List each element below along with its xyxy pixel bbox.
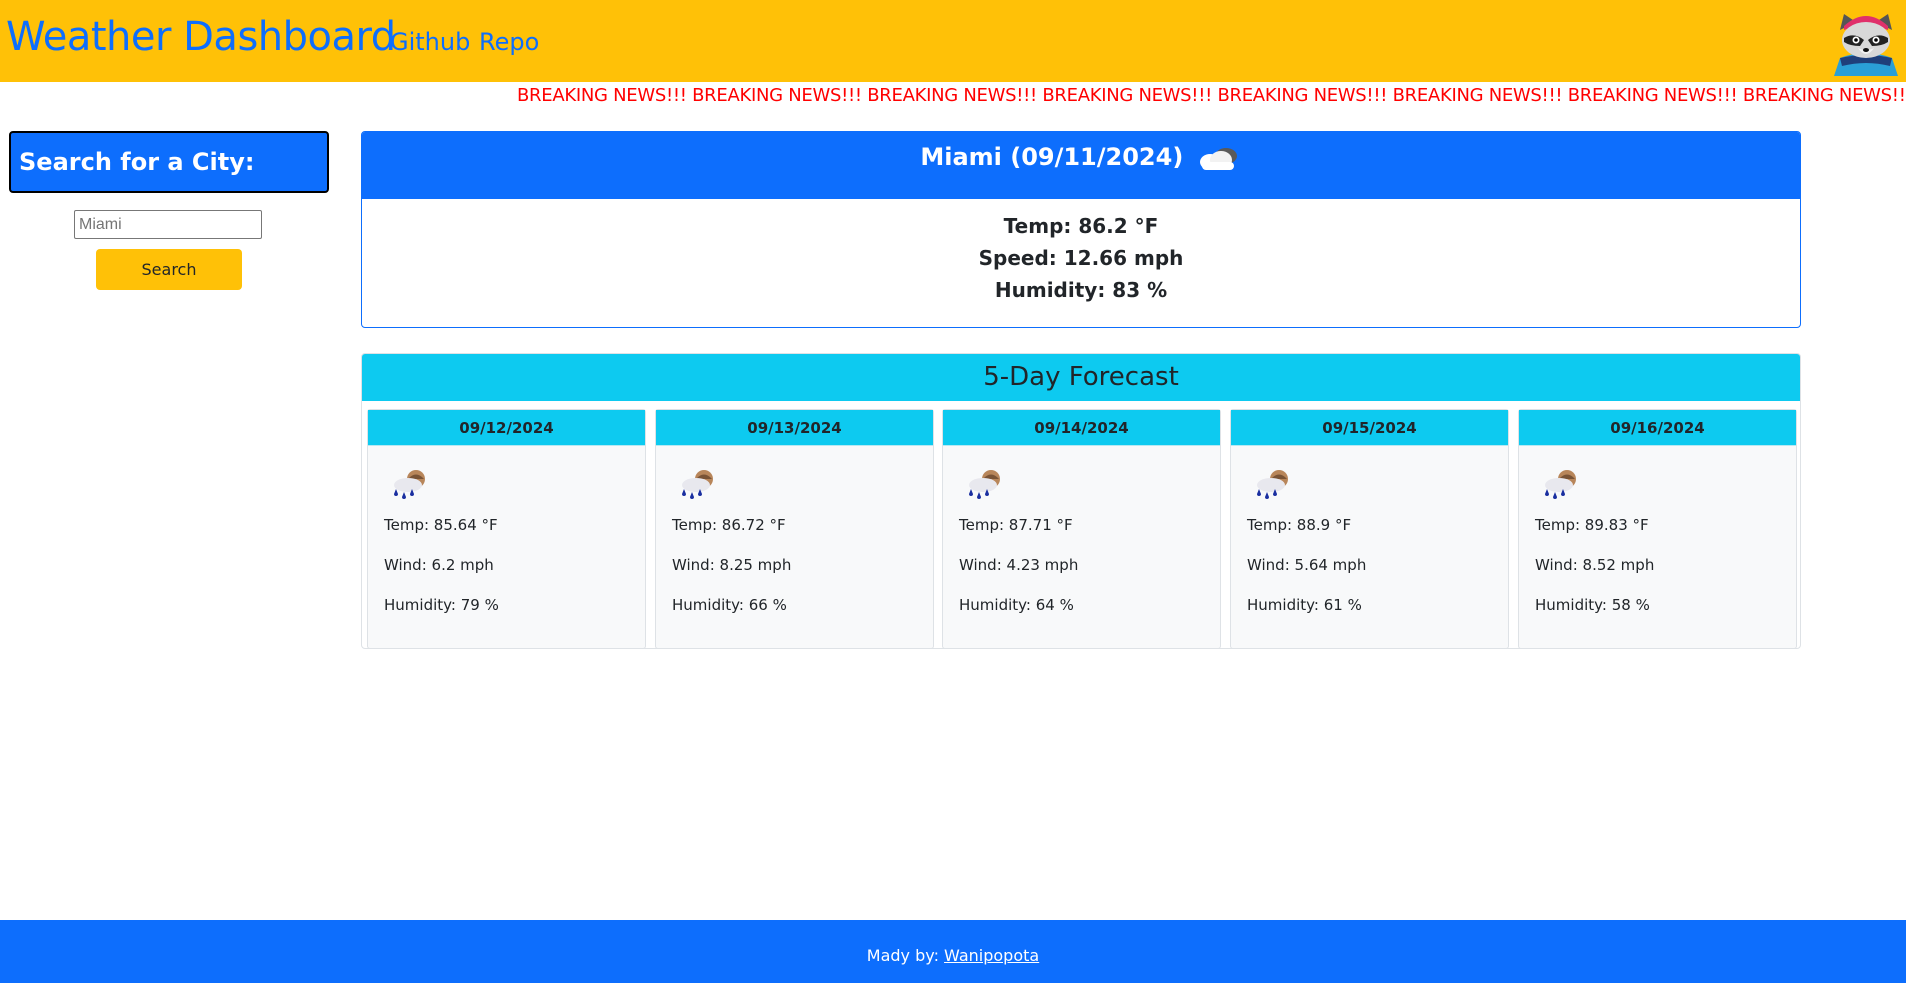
- cloud-icon: [1199, 148, 1237, 170]
- current-temp: Temp: 86.2 °F: [1003, 214, 1159, 238]
- forecast-temp: Temp: 85.64 °F: [384, 516, 498, 534]
- brand-title[interactable]: Weather Dashboard: [6, 14, 396, 60]
- forecast-wind: Wind: 4.23 mph: [959, 556, 1079, 574]
- forecast-humidity: Humidity: 61 %: [1247, 596, 1362, 614]
- current-city-date: Miami (09/11/2024): [920, 143, 1184, 171]
- rain-icon: [1257, 470, 1288, 499]
- forecast-day-header: 09/13/2024: [656, 410, 933, 446]
- forecast-temp: Temp: 86.72 °F: [672, 516, 786, 534]
- search-heading: Search for a City:: [19, 148, 255, 176]
- forecast-day-card: 09/16/2024 Temp: 89.83 °F Wind: 8.52 mph…: [1518, 409, 1797, 649]
- footer-credit-prefix: Mady by:: [866, 946, 939, 965]
- breaking-news-ticker: BREAKING NEWS!!! BREAKING NEWS!!! BREAKI…: [517, 85, 1906, 106]
- forecast-day-header: 09/12/2024: [368, 410, 645, 446]
- city-search-input[interactable]: [74, 210, 262, 239]
- raccoon-avatar: [1834, 14, 1898, 76]
- forecast-date: 09/14/2024: [1034, 419, 1129, 437]
- nav-link-repo[interactable]: Repo: [479, 28, 539, 56]
- forecast-temp: Temp: 88.9 °F: [1247, 516, 1352, 534]
- current-weather-title-row: Miami (09/11/2024): [362, 142, 1800, 174]
- forecast-wind: Wind: 5.64 mph: [1247, 556, 1367, 574]
- forecast-day-card: 09/15/2024 Temp: 88.9 °F Wind: 5.64 mph …: [1230, 409, 1509, 649]
- search-heading-box: Search for a City:: [9, 131, 329, 193]
- current-weather-header: Miami (09/11/2024): [362, 132, 1800, 199]
- forecast-day-card: 09/13/2024 Temp: 86.72 °F Wind: 8.25 mph…: [655, 409, 934, 649]
- forecast-day-header: 09/14/2024: [943, 410, 1220, 446]
- header: Weather Dashboard Github Repo: [0, 0, 1906, 82]
- forecast-date: 09/15/2024: [1322, 419, 1417, 437]
- forecast-wind: Wind: 6.2 mph: [384, 556, 494, 574]
- forecast-day-card: 09/14/2024 Temp: 87.71 °F Wind: 4.23 mph…: [942, 409, 1221, 649]
- forecast-temp: Temp: 87.71 °F: [959, 516, 1073, 534]
- forecast-day-card: 09/12/2024 Temp: 85.64 °F Wind: 6.2 mph …: [367, 409, 646, 649]
- current-humidity: Humidity: 83 %: [994, 278, 1168, 302]
- nav-link-github[interactable]: Github: [390, 28, 470, 56]
- search-button[interactable]: Search: [96, 249, 242, 290]
- rain-icon: [682, 470, 713, 499]
- forecast-date: 09/12/2024: [459, 419, 554, 437]
- current-wind-speed: Speed: 12.66 mph: [978, 246, 1184, 270]
- rain-icon: [1545, 470, 1576, 499]
- forecast-humidity: Humidity: 58 %: [1535, 596, 1650, 614]
- forecast-day-header: 09/15/2024: [1231, 410, 1508, 446]
- forecast-humidity: Humidity: 79 %: [384, 596, 499, 614]
- forecast-section: 5-Day Forecast 09/12/2024 Temp: 85.64 °F…: [361, 353, 1801, 649]
- rain-icon: [394, 470, 425, 499]
- forecast-title: 5-Day Forecast: [983, 362, 1179, 392]
- forecast-wind: Wind: 8.25 mph: [672, 556, 792, 574]
- forecast-wind: Wind: 8.52 mph: [1535, 556, 1655, 574]
- forecast-temp: Temp: 89.83 °F: [1535, 516, 1649, 534]
- forecast-header: 5-Day Forecast: [362, 354, 1800, 401]
- forecast-date: 09/16/2024: [1610, 419, 1705, 437]
- footer-author-link[interactable]: Wanipopota: [944, 946, 1039, 965]
- forecast-humidity: Humidity: 64 %: [959, 596, 1074, 614]
- forecast-day-header: 09/16/2024: [1519, 410, 1796, 446]
- forecast-date: 09/13/2024: [747, 419, 842, 437]
- footer-credit: Mady by: Wanipopota: [0, 946, 1906, 965]
- forecast-humidity: Humidity: 66 %: [672, 596, 787, 614]
- current-weather-card: Miami (09/11/2024) Temp: 86.2 °F Speed: …: [361, 131, 1801, 328]
- footer: Mady by: Wanipopota: [0, 920, 1906, 983]
- rain-icon: [969, 470, 1000, 499]
